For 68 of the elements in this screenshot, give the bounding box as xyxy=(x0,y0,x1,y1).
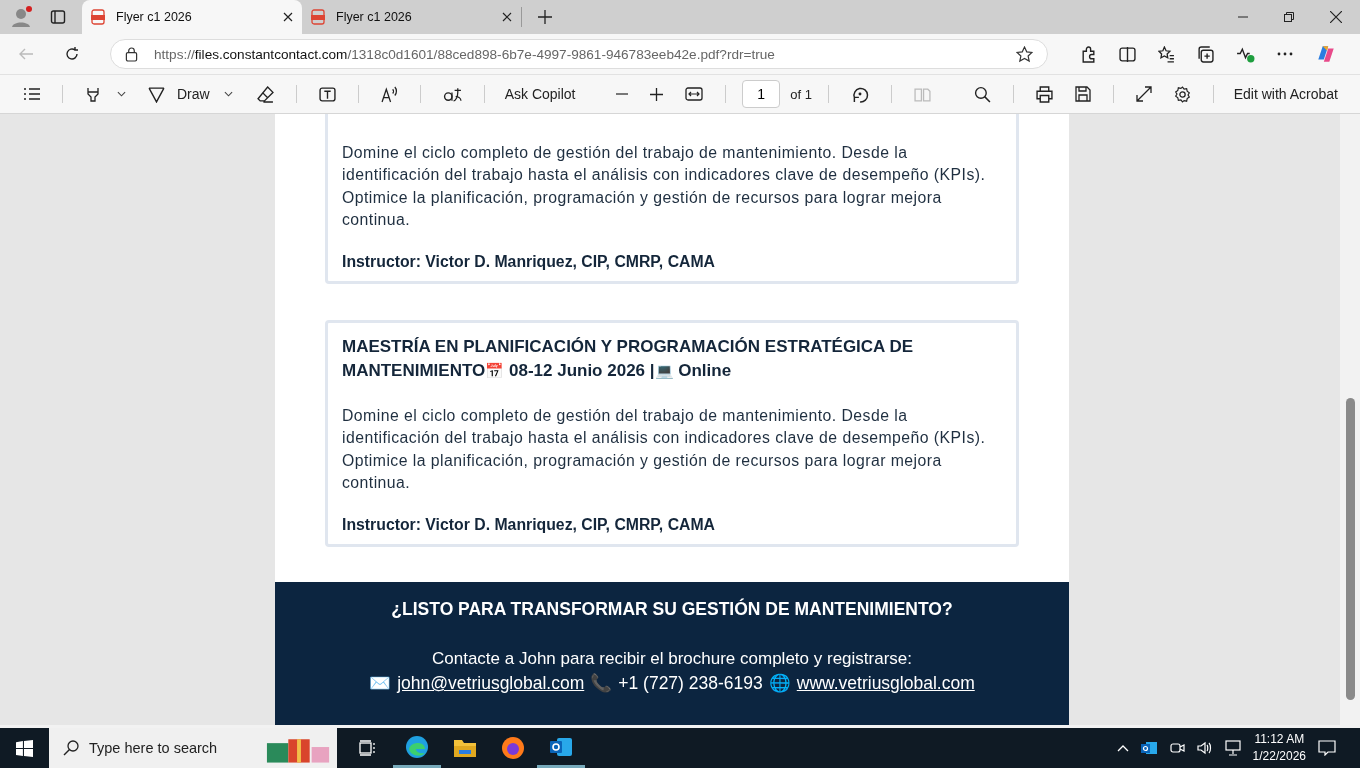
edit-with-acrobat-button[interactable]: Edit with Acrobat xyxy=(1229,86,1342,102)
pdf-icon xyxy=(90,9,106,25)
collections-icon[interactable] xyxy=(1197,45,1214,63)
task-view-icon[interactable] xyxy=(359,740,377,756)
search-icon xyxy=(63,740,79,756)
email-link[interactable]: john@vetriusglobal.com xyxy=(397,673,585,695)
restore-icon[interactable] xyxy=(1284,12,1294,22)
highlighter-icon[interactable] xyxy=(85,86,101,102)
instructor-text: Instructor: Victor D. Manriquez, CIP, CMRP, CAMA xyxy=(342,516,717,535)
speaker-icon[interactable] xyxy=(1196,740,1213,756)
split-screen-icon[interactable] xyxy=(1119,45,1136,63)
read-aloud-icon[interactable] xyxy=(380,85,398,103)
outlook-tray-icon[interactable] xyxy=(1140,740,1157,756)
scrollbar[interactable] xyxy=(1340,114,1360,725)
save-icon[interactable] xyxy=(1074,86,1091,102)
address-field[interactable]: https://files.constantcontact.com/1318c0d1601/88ced898-6b7e-4997-9861-946783eeb42e.pdf?rdr=true xyxy=(110,39,1048,69)
health-icon[interactable] xyxy=(1236,45,1255,63)
browser-tab[interactable]: Flyer c1 2026 xyxy=(302,7,522,27)
profile-icon[interactable] xyxy=(10,5,34,29)
eraser-icon[interactable] xyxy=(256,85,274,103)
fit-width-icon[interactable] xyxy=(685,87,704,101)
new-tab-icon[interactable] xyxy=(538,10,552,24)
browser-tab[interactable]: Flyer c1 2026 xyxy=(82,0,302,34)
text-box-icon[interactable] xyxy=(318,85,336,103)
draw-button[interactable]: Draw xyxy=(144,85,214,103)
star-icon[interactable] xyxy=(1016,45,1033,63)
close-icon[interactable] xyxy=(283,12,293,22)
settings-icon[interactable] xyxy=(1173,85,1191,103)
notifications-icon[interactable] xyxy=(1318,740,1336,756)
contact-text: Contacte a John para recibir el brochure completo y registrarse: xyxy=(432,649,912,670)
print-icon[interactable] xyxy=(1035,85,1053,103)
banner-heading: ¿LISTO PARA TRANSFORMAR SU GESTIÓN DE MANTENIMIENTO? xyxy=(391,599,953,621)
caret-icon[interactable] xyxy=(117,91,126,97)
course-description: Domine el ciclo completo de gestión del trabajo de mantenimiento. Desde la identificación del trabajo hasta el análisis con indicadores clave de desempeño (KPIs). Optimice la planificación, programación y gestión de recursos para lograr mejora continua. xyxy=(342,406,987,494)
lock-icon xyxy=(125,46,138,62)
course-description: Domine el ciclo completo de gestión del trabajo de mantenimiento. Desde la identificación del trabajo hasta el análisis con indicadores clave de desempeño (KPIs). Optimice la planificación, programación y gestión de recursos para lograr mejora continua. xyxy=(342,143,987,230)
refresh-icon[interactable] xyxy=(64,46,80,62)
pen-icon xyxy=(148,85,165,103)
zoom-in-icon[interactable] xyxy=(650,87,664,101)
tab-actions-icon[interactable] xyxy=(50,9,66,25)
network-icon[interactable] xyxy=(1224,740,1241,756)
phone-emoji: 📞 xyxy=(590,673,613,695)
pdf-icon xyxy=(310,9,326,25)
envelope-emoji: ✉ xyxy=(369,673,392,695)
course-title: MAESTRÍA EN PLANIFICACIÓN Y PROGRAMACIÓN ESTRATÉGICA DE MANTENIMIENTO📅 08-12 Junio 2026 |💻 Online xyxy=(342,336,915,383)
phone-number: +1 (727) 238-6193 xyxy=(618,673,763,695)
globe-emoji: 🌐 xyxy=(768,673,791,695)
contents-icon[interactable] xyxy=(24,88,40,100)
ask-copilot-button[interactable]: Ask Copilot xyxy=(500,86,580,102)
start-icon[interactable] xyxy=(16,739,33,757)
page-count: of 1 xyxy=(790,86,812,102)
taskbar-search-field[interactable]: Type here to search xyxy=(49,728,337,768)
chevron-up-icon[interactable] xyxy=(1116,744,1129,752)
camera-icon[interactable] xyxy=(1168,740,1185,756)
page-number-field[interactable]: 1 xyxy=(742,80,781,108)
clock[interactable]: 11:12 AM 1/22/2026 xyxy=(1252,731,1306,765)
expand-icon[interactable] xyxy=(1135,86,1152,102)
favorites-icon[interactable] xyxy=(1158,45,1175,63)
more-icon[interactable] xyxy=(1277,52,1293,56)
close-icon[interactable] xyxy=(1330,11,1342,23)
instructor-text: Instructor: Victor D. Manriquez, CIP, CMRP, CAMA xyxy=(342,253,717,272)
rotate-icon[interactable] xyxy=(850,85,869,103)
extensions-icon[interactable] xyxy=(1080,45,1097,63)
search-icon[interactable] xyxy=(973,85,991,103)
close-icon[interactable] xyxy=(502,12,512,22)
website-link[interactable]: www.vetriusglobal.com xyxy=(796,673,975,695)
translate-icon[interactable] xyxy=(442,85,462,103)
caret-icon[interactable] xyxy=(223,91,233,97)
